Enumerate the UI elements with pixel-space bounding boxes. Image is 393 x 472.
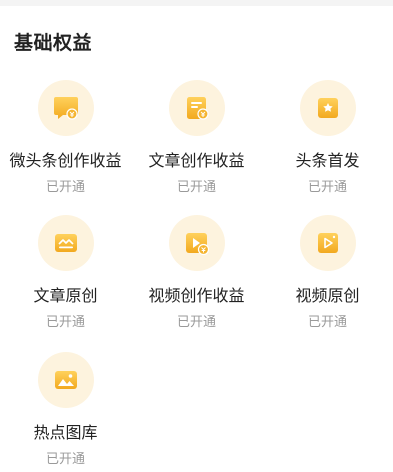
benefit-item-video-revenue[interactable]: 视频创作收益 已开通 bbox=[131, 215, 262, 335]
video-original-icon bbox=[299, 215, 356, 271]
benefit-item-article-revenue[interactable]: 文章创作收益 已开通 bbox=[131, 80, 262, 200]
benefit-status: 已开通 bbox=[307, 180, 347, 195]
benefit-item-headline-first-publish[interactable]: 头条首发 已开通 bbox=[262, 80, 393, 200]
benefit-label: 微头条创作收益 bbox=[9, 151, 122, 170]
benefit-item-video-original[interactable]: 视频原创 已开通 bbox=[262, 215, 393, 335]
benefit-status: 已开通 bbox=[176, 315, 216, 330]
benefits-grid: 微头条创作收益 已开通 文章创作收益 已开通 头条首发 已开通 文章原创 已开通… bbox=[0, 0, 393, 467]
benefit-label: 视频创作收益 bbox=[148, 286, 245, 305]
benefit-item-micro-headline-revenue[interactable]: 微头条创作收益 已开通 bbox=[0, 80, 131, 200]
headline-first-publish-icon bbox=[299, 80, 356, 136]
benefit-label: 文章创作收益 bbox=[148, 151, 245, 170]
micro-headline-revenue-icon bbox=[37, 80, 94, 136]
benefit-status: 已开通 bbox=[176, 180, 216, 195]
video-revenue-icon bbox=[168, 215, 225, 271]
article-revenue-icon bbox=[168, 80, 225, 136]
benefit-status: 已开通 bbox=[45, 452, 85, 467]
benefit-status: 已开通 bbox=[307, 315, 347, 330]
article-original-icon bbox=[37, 215, 94, 271]
benefit-status: 已开通 bbox=[45, 315, 85, 330]
benefit-label: 视频原创 bbox=[295, 286, 360, 305]
benefit-status: 已开通 bbox=[45, 180, 85, 195]
hot-image-library-icon bbox=[37, 352, 94, 408]
benefit-item-hot-image-library[interactable]: 热点图库 已开通 bbox=[0, 352, 131, 472]
benefit-label: 文章原创 bbox=[33, 286, 98, 305]
benefit-label: 热点图库 bbox=[33, 423, 98, 442]
benefit-label: 头条首发 bbox=[295, 151, 360, 170]
benefit-item-article-original[interactable]: 文章原创 已开通 bbox=[0, 215, 131, 335]
